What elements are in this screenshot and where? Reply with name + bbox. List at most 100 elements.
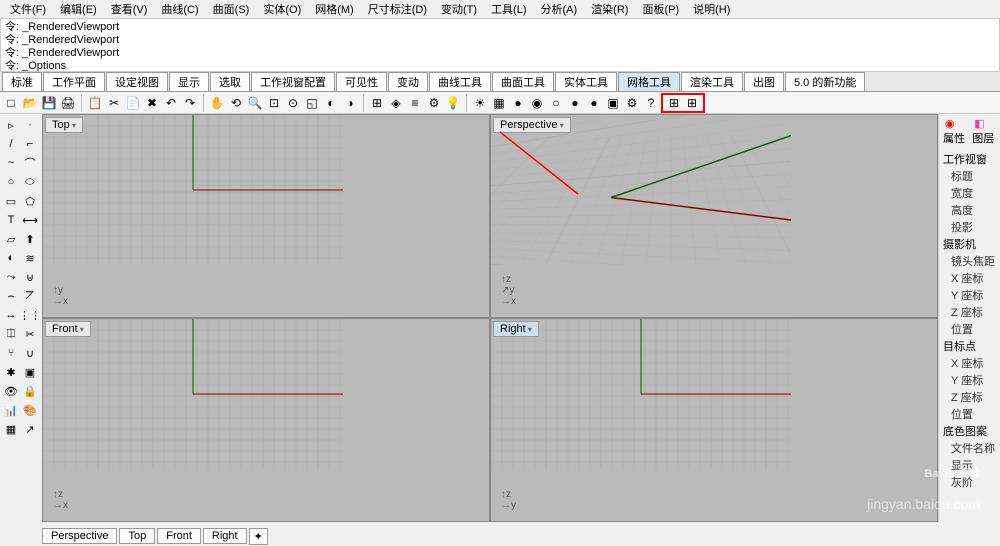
sphere2-icon[interactable]: ● xyxy=(585,94,603,112)
menu-item[interactable]: 变动(T) xyxy=(435,1,483,17)
sweep-icon[interactable]: ⤳ xyxy=(2,268,20,286)
circle-icon[interactable]: ○ xyxy=(2,173,20,191)
viewport-tab[interactable]: Top xyxy=(119,528,155,544)
print-icon[interactable]: 🖨 xyxy=(59,94,77,112)
pan-icon[interactable]: ✋ xyxy=(208,94,226,112)
boolean-icon[interactable]: ⊎ xyxy=(21,268,39,286)
viewport-tab[interactable]: Right xyxy=(203,528,247,544)
chamfer-icon[interactable]: ⦢ xyxy=(21,287,39,305)
menu-item[interactable]: 文件(F) xyxy=(4,1,52,17)
mesh-icon[interactable]: ▦ xyxy=(2,420,20,438)
property-item[interactable]: 显示 xyxy=(941,457,998,473)
array-icon[interactable]: ⋮⋮ xyxy=(21,306,39,324)
property-item[interactable]: 文件名称 xyxy=(941,440,998,456)
save-icon[interactable]: 💾 xyxy=(40,94,58,112)
sun-icon[interactable]: ☀ xyxy=(471,94,489,112)
paste-icon[interactable]: 📄 xyxy=(124,94,142,112)
property-item[interactable]: Y 座标 xyxy=(941,372,998,388)
open-icon[interactable]: 📂 xyxy=(21,94,39,112)
line-icon[interactable]: / xyxy=(2,135,20,153)
loft-icon[interactable]: ≋ xyxy=(21,249,39,267)
menu-item[interactable]: 查看(V) xyxy=(105,1,154,17)
set-cplane-icon[interactable]: ⊞ xyxy=(683,94,701,112)
zoom-extents-icon[interactable]: ⊡ xyxy=(265,94,283,112)
viewport-tab[interactable]: Front xyxy=(157,528,201,544)
menu-item[interactable]: 工具(L) xyxy=(485,1,532,17)
properties-icon[interactable]: ⚙ xyxy=(425,94,443,112)
property-item[interactable]: 镜头焦距 xyxy=(941,253,998,269)
render-icon[interactable]: 🎨 xyxy=(21,401,39,419)
rect-icon[interactable]: ▭ xyxy=(2,192,20,210)
render-icon[interactable]: ● xyxy=(509,94,527,112)
menu-item[interactable]: 网格(M) xyxy=(309,1,360,17)
ribbon-tab[interactable]: 标准 xyxy=(2,72,42,91)
revolve-icon[interactable]: ◐ xyxy=(2,249,20,267)
ribbon-tab[interactable]: 出图 xyxy=(744,72,784,91)
polygon-icon[interactable]: ⬠ xyxy=(21,192,39,210)
viewport-perspective[interactable]: Perspective ↑z↗y→x xyxy=(491,115,937,317)
property-item[interactable]: 高度 xyxy=(941,202,998,218)
point-icon[interactable]: · xyxy=(21,116,39,134)
ribbon-tab[interactable]: 曲面工具 xyxy=(492,72,554,91)
command-history[interactable]: 令: _RenderedViewport令: _RenderedViewport… xyxy=(0,18,1000,72)
trim-icon[interactable]: ✂ xyxy=(21,325,39,343)
extrude-icon[interactable]: ⬆ xyxy=(21,230,39,248)
zoom-window-icon[interactable]: ◱ xyxy=(303,94,321,112)
new-icon[interactable]: □ xyxy=(2,94,20,112)
ribbon-tab[interactable]: 渲染工具 xyxy=(681,72,743,91)
ribbon-tab[interactable]: 工作平面 xyxy=(43,72,105,91)
ribbon-tab[interactable]: 工作视窗配置 xyxy=(251,72,335,91)
menu-item[interactable]: 分析(A) xyxy=(535,1,584,17)
delete-icon[interactable]: ✖ xyxy=(143,94,161,112)
zoom-icon[interactable]: 🔍 xyxy=(246,94,264,112)
property-item[interactable]: 灰阶 xyxy=(941,474,998,490)
ellipse-icon[interactable]: ⬭ xyxy=(21,173,39,191)
property-item[interactable]: 位置 xyxy=(941,321,998,337)
mirror-icon[interactable]: ⎅ xyxy=(2,325,20,343)
dim-icon[interactable]: ⟷ xyxy=(21,211,39,229)
menu-item[interactable]: 曲线(C) xyxy=(155,1,204,17)
panel-tab[interactable]: ◧图层 xyxy=(970,116,998,147)
ribbon-tab[interactable]: 选取 xyxy=(210,72,250,91)
join-icon[interactable]: ∪ xyxy=(21,344,39,362)
menu-item[interactable]: 尺寸标注(D) xyxy=(362,1,433,17)
split-icon[interactable]: ⑂ xyxy=(2,344,20,362)
cplane-icon[interactable]: ⊞ xyxy=(368,94,386,112)
sphere-icon[interactable]: ● xyxy=(566,94,584,112)
menu-item[interactable]: 渲染(R) xyxy=(585,1,634,17)
help-icon[interactable]: ? xyxy=(642,94,660,112)
viewport-label-right[interactable]: Right xyxy=(493,321,539,337)
ribbon-tab[interactable]: 变动 xyxy=(388,72,428,91)
analyze-icon[interactable]: 📊 xyxy=(2,401,20,419)
material-icon[interactable]: ◉ xyxy=(528,94,546,112)
viewport-label-top[interactable]: Top xyxy=(45,117,83,133)
copy-icon[interactable]: 📋 xyxy=(86,94,104,112)
viewport-front[interactable]: Front ↑z→x xyxy=(43,319,489,521)
menu-item[interactable]: 实体(O) xyxy=(257,1,307,17)
property-item[interactable]: 位置 xyxy=(941,406,998,422)
options-icon[interactable]: ⚙ xyxy=(623,94,641,112)
text-icon[interactable]: T xyxy=(2,211,20,229)
box-icon[interactable]: ▣ xyxy=(604,94,622,112)
ribbon-tab[interactable]: 显示 xyxy=(169,72,209,91)
property-item[interactable]: 标题 xyxy=(941,168,998,184)
ribbon-tab[interactable]: 网格工具 xyxy=(618,72,680,91)
menu-item[interactable]: 面板(P) xyxy=(636,1,685,17)
property-item[interactable]: X 座标 xyxy=(941,270,998,286)
surface-icon[interactable]: ▱ xyxy=(2,230,20,248)
property-item[interactable]: X 座标 xyxy=(941,355,998,371)
add-viewport-tab[interactable]: ✦ xyxy=(249,528,268,545)
ground-icon[interactable]: ▦ xyxy=(490,94,508,112)
curve-icon[interactable]: ~ xyxy=(2,154,20,172)
menu-item[interactable]: 说明(H) xyxy=(687,1,736,17)
layer-icon[interactable]: ≡ xyxy=(406,94,424,112)
light-icon[interactable]: 💡 xyxy=(444,94,462,112)
arc-icon[interactable]: ⌒ xyxy=(21,154,39,172)
fillet-icon[interactable]: ⌢ xyxy=(2,287,20,305)
named-cplane-icon[interactable]: ⊞ xyxy=(665,94,683,112)
export-icon[interactable]: ↗ xyxy=(21,420,39,438)
ribbon-tab[interactable]: 实体工具 xyxy=(555,72,617,91)
group-icon[interactable]: ▣ xyxy=(21,363,39,381)
viewport-label-perspective[interactable]: Perspective xyxy=(493,117,571,133)
named-view-icon[interactable]: ◑ xyxy=(341,94,359,112)
